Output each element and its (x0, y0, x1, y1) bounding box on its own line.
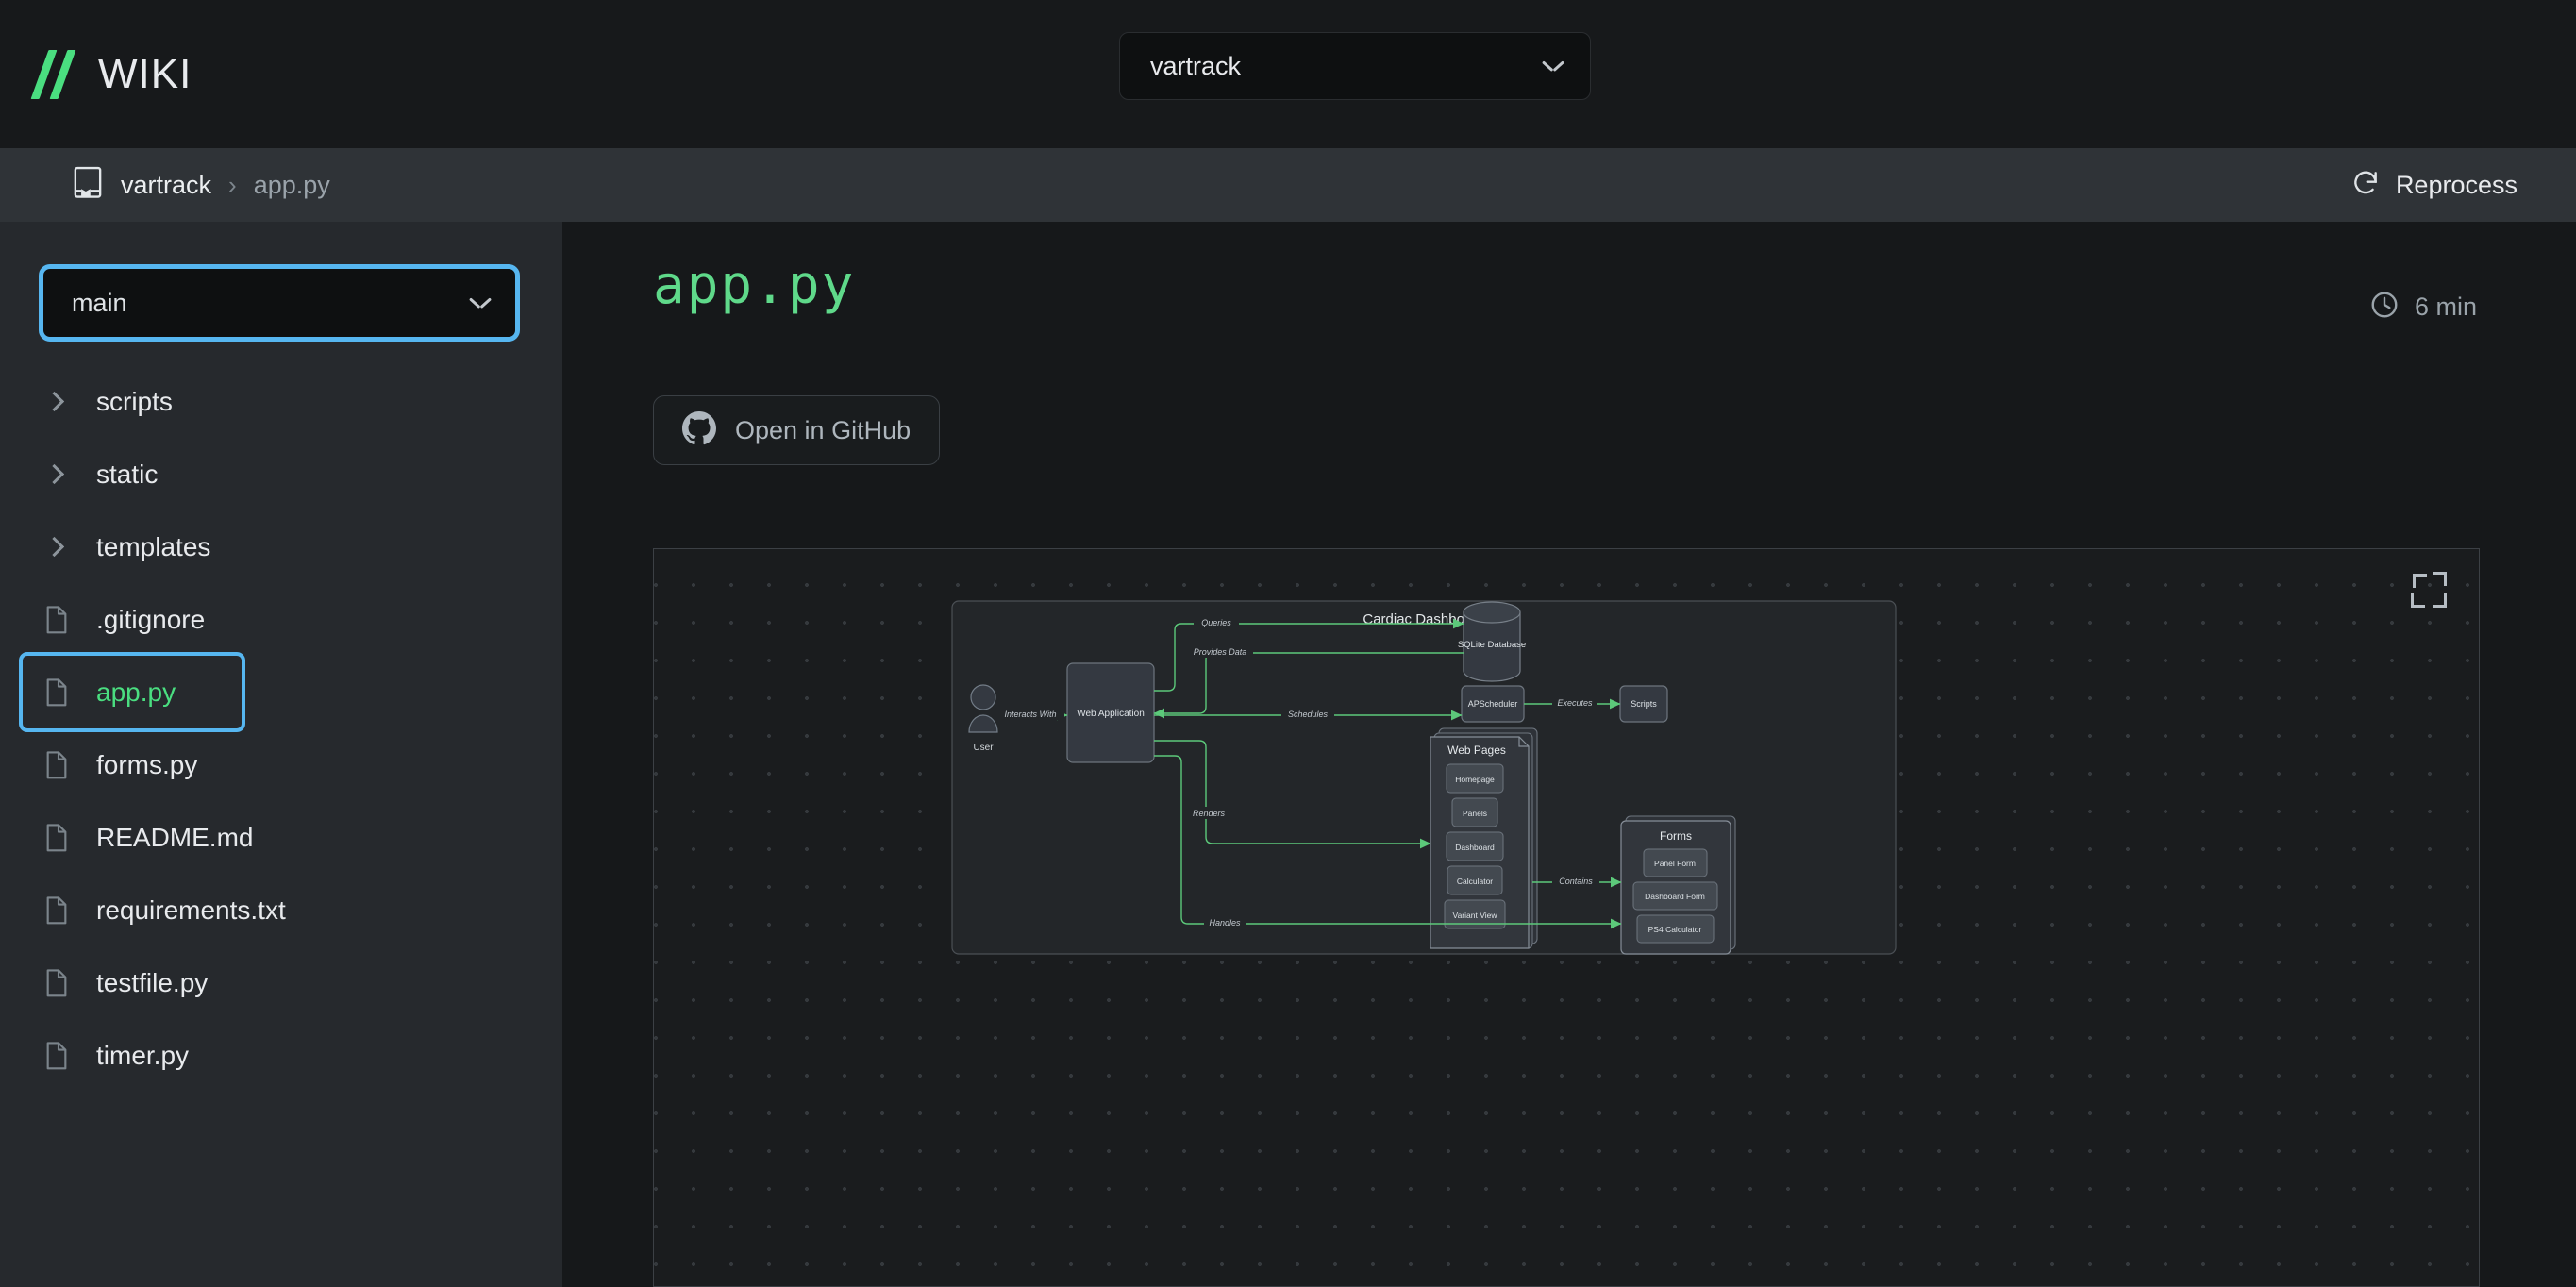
node-sqlite-database-label: SQLite Database (1458, 640, 1526, 650)
sidebar-item-forms-py[interactable]: forms.py (0, 728, 562, 801)
group-child-calculator-label: Calculator (1457, 877, 1493, 886)
edge-label-contains: Contains (1559, 877, 1593, 886)
repo-selector[interactable]: vartrack (1119, 32, 1591, 100)
user-actor-label: User (973, 743, 994, 753)
file-icon (43, 823, 81, 853)
edge-label-schedules: Schedules (1288, 710, 1329, 719)
file-icon (43, 677, 81, 708)
branch-selector[interactable]: main (39, 264, 520, 342)
sidebar-item-label: timer.py (96, 1040, 190, 1070)
sidebar-item-gitignore[interactable]: .gitignore (0, 583, 562, 656)
chevron-right-icon (43, 391, 81, 412)
sidebar-item-templates[interactable]: templates (0, 510, 562, 583)
edge-label-interacts-with: Interacts With (1005, 710, 1057, 719)
sidebar: main scripts static templates .gitignore (0, 222, 562, 1287)
group-forms-label: Forms (1660, 829, 1692, 843)
file-icon (43, 750, 81, 780)
node-scripts-label: Scripts (1631, 699, 1657, 709)
node-web-application-label: Web Application (1077, 709, 1145, 719)
edge-label-queries: Queries (1201, 618, 1231, 627)
brand-name: WIKI (98, 50, 192, 97)
reprocess-button[interactable]: Reprocess (2350, 168, 2517, 203)
edge-label-executes: Executes (1557, 698, 1593, 708)
file-icon (43, 895, 81, 926)
group-child-homepage-label: Homepage (1455, 775, 1495, 784)
breadcrumb-bar: vartrack › app.py Reprocess (0, 148, 2576, 222)
group-child-panels-label: Panels (1463, 809, 1487, 818)
group-child-panel-form-label: Panel Form (1654, 859, 1696, 868)
reprocess-label: Reprocess (2395, 170, 2517, 199)
group-web-pages-label: Web Pages (1447, 744, 1506, 757)
file-icon (43, 605, 81, 635)
sidebar-item-timer-py[interactable]: timer.py (0, 1019, 562, 1092)
sidebar-item-testfile-py[interactable]: testfile.py (0, 946, 562, 1019)
edge-label-provides-data: Provides Data (1194, 647, 1247, 657)
sidebar-item-label: scripts (96, 386, 173, 416)
branch-selector-value: main (72, 288, 127, 317)
page-title: app.py (653, 255, 856, 316)
chevron-down-icon (1543, 60, 1564, 72)
sidebar-item-readme-md[interactable]: README.md (0, 801, 562, 874)
file-tree: scripts static templates .gitignore app.… (0, 365, 562, 1092)
chevron-right-icon (43, 463, 81, 485)
open-in-github-button[interactable]: Open in GitHub (653, 395, 941, 465)
sidebar-item-label: static (96, 459, 159, 489)
open-in-github-label: Open in GitHub (735, 415, 912, 444)
read-time: 6 min (2369, 290, 2477, 325)
breadcrumb-file[interactable]: app.py (254, 171, 330, 200)
main-content: app.py 6 min Open in GitHub Cardiac Dash… (562, 222, 2576, 1287)
group-child-variant-view-label: Variant View (1453, 911, 1498, 920)
architecture-diagram: Cardiac Dashboard User Web Application S… (951, 600, 1897, 955)
node-apscheduler-label: APScheduler (1468, 699, 1518, 709)
github-icon (682, 410, 716, 450)
file-icon (43, 1041, 81, 1071)
clock-icon (2369, 290, 2400, 325)
top-bar: WIKI vartrack (0, 0, 2576, 148)
double-slash-logo-icon (30, 49, 77, 99)
sidebar-item-label: .gitignore (96, 604, 206, 634)
repo-selector-value: vartrack (1150, 51, 1242, 80)
edge-label-renders: Renders (1193, 809, 1226, 818)
sidebar-item-label: app.py (96, 677, 176, 707)
breadcrumb: vartrack › app.py (72, 166, 330, 205)
book-icon (72, 166, 104, 205)
group-child-dashboard-label: Dashboard (1455, 843, 1495, 852)
sidebar-item-static[interactable]: static (0, 438, 562, 510)
sidebar-item-label: templates (96, 531, 211, 561)
sidebar-item-label: testfile.py (96, 967, 209, 997)
file-icon (43, 968, 81, 998)
read-time-label: 6 min (2414, 292, 2477, 321)
sidebar-item-requirements-txt[interactable]: requirements.txt (0, 874, 562, 946)
edge-label-handles: Handles (1209, 918, 1241, 928)
brand-logo[interactable]: WIKI (30, 49, 192, 99)
sidebar-item-label: README.md (96, 822, 254, 852)
group-child-dashboard-form-label: Dashboard Form (1645, 892, 1705, 901)
sidebar-item-app-py[interactable]: app.py (19, 652, 245, 732)
chevron-right-icon (43, 536, 81, 558)
diagram-canvas[interactable]: Cardiac Dashboard User Web Application S… (653, 548, 2480, 1287)
refresh-cw-icon (2350, 168, 2381, 203)
chevron-down-icon (470, 297, 491, 309)
sidebar-item-label: requirements.txt (96, 894, 286, 925)
sidebar-item-label: forms.py (96, 749, 198, 779)
sidebar-item-scripts[interactable]: scripts (0, 365, 562, 438)
breadcrumb-repo[interactable]: vartrack (121, 171, 211, 200)
breadcrumb-separator: › (228, 170, 237, 199)
system-boundary (951, 600, 1897, 955)
group-child-ps4-calculator-label: PS4 Calculator (1648, 925, 1702, 934)
